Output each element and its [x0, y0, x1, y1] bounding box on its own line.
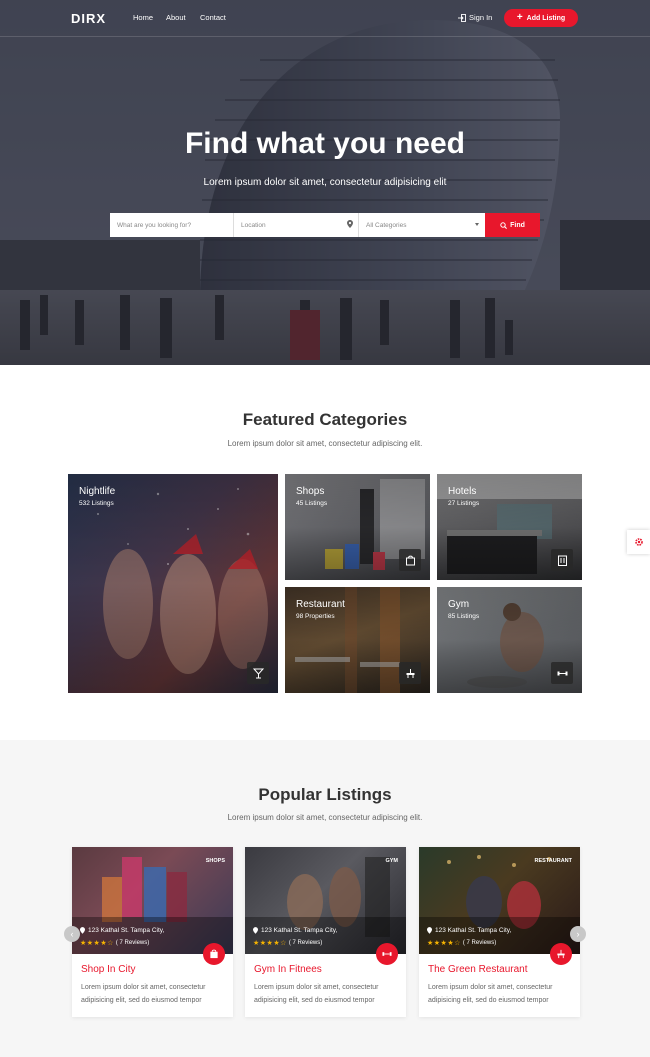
featured-title: Featured Categories — [242, 410, 408, 429]
dumbbell-icon — [551, 662, 573, 684]
add-listing-label: Add Listing — [526, 14, 566, 22]
listing-tag: RESTAURANT — [534, 858, 572, 864]
popular-title: Popular Listings — [258, 785, 392, 804]
review-count: ( 7 Reviews) — [462, 940, 497, 946]
listing-title[interactable]: Shop In City — [81, 964, 135, 975]
chevron-right-icon: › — [576, 929, 580, 939]
logo[interactable]: DIRX — [71, 11, 106, 26]
listing-address: 123 Kathal St. Tampa City, — [253, 927, 337, 934]
category-card-nightlife[interactable]: Nightlife 532 Listings — [68, 474, 278, 693]
dumbbell-icon — [376, 943, 398, 965]
add-listing-button[interactable]: + Add Listing — [504, 9, 578, 27]
listing-address-text: 123 Kathal St. Tampa City, — [261, 927, 338, 934]
search-bar: What are you looking for? Location All C… — [110, 213, 540, 237]
category-count: 85 Listings — [448, 613, 480, 620]
shopping-bag-icon — [203, 943, 225, 965]
settings-tab[interactable] — [627, 530, 650, 554]
popular-subtitle: Lorem ipsum dolor sit amet, consectetur … — [227, 813, 423, 822]
location-placeholder: Location — [241, 222, 266, 229]
plus-icon: + — [516, 12, 523, 23]
listing-address: 123 Kathal St. Tampa City, — [80, 927, 164, 934]
map-pin-icon — [253, 927, 258, 934]
listing-title[interactable]: The Green Restaurant — [428, 964, 528, 975]
listing-image: GYM 123 Kathal St. Tampa City, ★★★★☆ ( 7… — [245, 847, 406, 954]
listing-address-text: 123 Kathal St. Tampa City, — [435, 927, 512, 934]
star-rating: ★★★★☆ — [427, 940, 461, 947]
review-count: ( 7 Reviews) — [288, 940, 323, 946]
cocktail-icon — [247, 662, 269, 684]
search-icon — [500, 221, 508, 229]
category-name: Nightlife — [79, 486, 116, 497]
listing-image: RESTAURANT 123 Kathal St. Tampa City, ★★… — [419, 847, 580, 954]
dining-icon — [399, 662, 421, 684]
star-rating: ★★★★☆ — [253, 940, 287, 947]
carousel-next-button[interactable]: › — [570, 926, 586, 942]
chevron-down-icon — [475, 223, 479, 226]
listing-card[interactable]: GYM 123 Kathal St. Tampa City, ★★★★☆ ( 7… — [245, 847, 406, 1017]
map-pin-icon — [80, 927, 85, 934]
gear-icon — [634, 538, 643, 546]
category-name: Restaurant — [296, 599, 345, 610]
shopping-bag-icon — [399, 549, 421, 571]
category-count: 98 Properties — [296, 613, 335, 620]
listing-rating: ★★★★☆ ( 7 Reviews) — [80, 939, 149, 947]
listing-card[interactable]: RESTAURANT 123 Kathal St. Tampa City, ★★… — [419, 847, 580, 1017]
location-input[interactable]: Location — [234, 213, 359, 237]
star-rating: ★★★★☆ — [80, 940, 114, 947]
hero-title: Find what you need — [184, 127, 465, 160]
category-count: 45 Listings — [296, 500, 328, 507]
search-placeholder: What are you looking for? — [117, 222, 192, 229]
listing-image: SHOPS 123 Kathal St. Tampa City, ★★★★☆ (… — [72, 847, 233, 954]
hero-section: DIRX Home About Contact Sign In + Add Li… — [0, 0, 650, 365]
category-card-shops[interactable]: Shops 45 Listings — [285, 474, 430, 580]
building-icon — [551, 549, 573, 571]
signin-label: Sign In — [469, 13, 493, 22]
nav-link-about[interactable]: About — [166, 13, 186, 22]
map-pin-icon — [427, 927, 432, 934]
category-name: Shops — [296, 486, 325, 497]
listing-rating: ★★★★☆ ( 7 Reviews) — [253, 939, 322, 947]
category-card-gym[interactable]: Gym 85 Listings — [437, 587, 582, 693]
signin-link[interactable]: Sign In — [458, 13, 492, 22]
dining-icon — [550, 943, 572, 965]
listing-card[interactable]: SHOPS 123 Kathal St. Tampa City, ★★★★☆ (… — [72, 847, 233, 1017]
listing-tag: SHOPS — [205, 858, 225, 864]
category-name: Gym — [448, 599, 470, 610]
hero-subtitle: Lorem ipsum dolor sit amet, consectetur … — [203, 177, 447, 188]
listing-description: Lorem ipsum dolor sit amet, consectetur … — [81, 984, 206, 1004]
featured-subtitle: Lorem ipsum dolor sit amet, consectetur … — [227, 439, 423, 448]
review-count: ( 7 Reviews) — [115, 940, 150, 946]
category-value: All Categories — [366, 222, 407, 229]
search-input[interactable]: What are you looking for? — [110, 213, 234, 237]
nav-link-contact[interactable]: Contact — [200, 13, 226, 22]
navbar: DIRX Home About Contact Sign In + Add Li… — [0, 0, 650, 37]
category-select[interactable]: All Categories — [359, 213, 485, 237]
find-button[interactable]: Find — [485, 213, 540, 237]
carousel-prev-button[interactable]: ‹ — [64, 926, 80, 942]
signin-icon — [458, 13, 466, 22]
listing-description: Lorem ipsum dolor sit amet, consectetur … — [428, 984, 553, 1004]
find-label: Find — [510, 221, 525, 229]
category-count: 27 Listings — [448, 500, 480, 507]
category-card-restaurant[interactable]: Restaurant 98 Properties — [285, 587, 430, 693]
map-pin-icon — [347, 220, 353, 228]
chevron-left-icon: ‹ — [70, 929, 74, 939]
listing-title[interactable]: Gym In Fitnees — [254, 964, 322, 975]
listing-tag: GYM — [385, 858, 398, 864]
listing-address: 123 Kathal St. Tampa City, — [427, 927, 511, 934]
listing-address-text: 123 Kathal St. Tampa City, — [88, 927, 165, 934]
category-count: 532 Listings — [79, 500, 114, 507]
category-card-hotels[interactable]: Hotels 27 Listings — [437, 474, 582, 580]
category-name: Hotels — [448, 486, 477, 497]
nav-link-home[interactable]: Home — [133, 13, 153, 22]
listing-rating: ★★★★☆ ( 7 Reviews) — [427, 939, 496, 947]
listing-description: Lorem ipsum dolor sit amet, consectetur … — [254, 984, 379, 1004]
